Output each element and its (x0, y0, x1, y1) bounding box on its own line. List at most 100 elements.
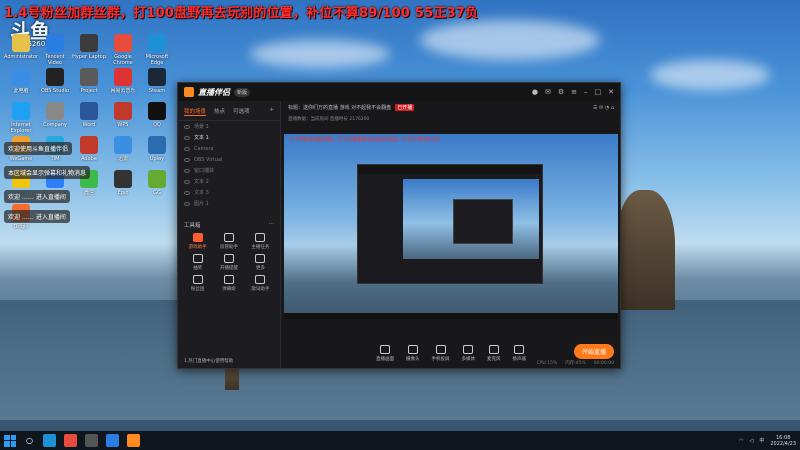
avatar[interactable]: ● (532, 88, 538, 96)
scene-item[interactable]: 文本 3 (178, 187, 280, 198)
desktop-icon[interactable]: 此电脑 (4, 68, 38, 94)
scene-item[interactable]: 窗口捕获 (178, 165, 280, 176)
tab-my-scenes[interactable]: 我的场景 (184, 107, 207, 116)
eye-icon[interactable] (184, 179, 190, 184)
desktop-icon[interactable]: Microsoft Edge (140, 34, 174, 66)
tool-item[interactable]: 主播任务 (245, 233, 276, 250)
tool-icon (223, 254, 234, 263)
version-badge[interactable]: 新版 (234, 87, 251, 97)
stream-preview[interactable]: 1.4号粉丝加群丝群，打100盘野再去玩别的位置，补位不算89/100 (284, 134, 618, 319)
tool-item[interactable]: 弹幕姬 (213, 275, 244, 292)
minimize-icon[interactable]: – (584, 88, 588, 96)
menu-icon[interactable]: ≡ (571, 88, 577, 96)
edge-icon[interactable] (42, 434, 56, 447)
tab-hot[interactable]: 热点 (214, 107, 225, 116)
app-icon (148, 170, 166, 188)
eye-icon[interactable] (184, 201, 190, 206)
eye-icon[interactable] (184, 168, 190, 173)
tool-item[interactable]: 抽奖 (182, 254, 213, 271)
scene-item[interactable]: 场景 1 (178, 121, 280, 132)
search-icon[interactable]: ○ (26, 436, 33, 445)
scene-sidebar: 我的场景 热点 可选项 + 场景 1 文本 1 Camera OBS Virtual 窗… (178, 101, 281, 368)
desktop-icon[interactable]: Hyper Laptop (72, 34, 106, 60)
desktop-icon[interactable]: Steam (140, 68, 174, 94)
live-companion-taskbar-icon[interactable] (126, 434, 140, 447)
tool-item[interactable]: 粉丝团 (182, 275, 213, 292)
scene-item[interactable]: 图片 1 (178, 198, 280, 209)
eye-icon[interactable] (184, 124, 190, 129)
scene-item[interactable]: 文本 2 (178, 176, 280, 187)
tool-item[interactable]: 房管助手 (213, 233, 244, 250)
desktop-icon-label: Company (43, 122, 67, 128)
app-icon (148, 34, 166, 52)
status-badge: 已开播 (395, 104, 415, 111)
desktop-icon-label: Hyper Laptop (72, 54, 106, 60)
network-icon[interactable]: ◠ (739, 438, 743, 444)
eye-icon[interactable] (184, 146, 190, 151)
steam-icon[interactable] (105, 434, 119, 447)
desktop-icon[interactable]: Internet Explorer (4, 102, 38, 134)
tab-options[interactable]: 可选项 (233, 107, 250, 116)
scene-item[interactable]: 文本 1 (178, 132, 280, 143)
desktop-icon[interactable]: Adobe (72, 136, 106, 162)
windows-start-icon[interactable] (4, 434, 16, 447)
app-icon (80, 34, 98, 52)
tool-icon (223, 275, 234, 284)
desktop-icon[interactable]: OBS Studio (38, 68, 72, 94)
desktop-icon[interactable]: Google Chrome (106, 34, 140, 66)
add-scene-icon[interactable]: + (269, 107, 274, 116)
scene-item[interactable]: Camera (178, 143, 280, 154)
eye-icon[interactable] (184, 135, 190, 140)
desktop-icon-label: Steam (148, 88, 166, 94)
desktop-icon[interactable]: Uplay (140, 136, 174, 162)
skin-icon[interactable]: ✉ (545, 88, 551, 96)
desktop-icon[interactable]: QQ (140, 102, 174, 128)
chrome-icon[interactable] (63, 434, 77, 447)
start-live-button[interactable]: 开始直播 (573, 344, 614, 359)
desktop-icon[interactable]: Tencent Video (38, 34, 72, 66)
desktop-icon[interactable]: 迅雷 (106, 136, 140, 162)
tool-icon (192, 233, 203, 242)
desktop-icon[interactable]: Administrator (4, 34, 38, 60)
stream-banner-text: 1.4号粉丝加群丝群，打100盘野再去玩别的位置，补位不算89/100 55正3… (4, 6, 479, 21)
scene-label: 场景 1 (194, 124, 209, 130)
clock[interactable]: 16:08 2022/4/23 (770, 435, 796, 447)
settings-icon[interactable]: ⚙ (558, 88, 564, 96)
volume-icon[interactable]: ◁ (749, 438, 753, 444)
tool-label: 歌词助手 (251, 287, 270, 292)
scene-item[interactable]: OBS Virtual (178, 154, 280, 165)
tool-item[interactable]: 开播提醒 (213, 254, 244, 271)
desktop-icon-label: Project (80, 88, 98, 94)
desktop-icon[interactable]: 网易云音乐 (106, 68, 140, 94)
title-bar: 直播伴侣 新版 ● ✉ ⚙ ≡ – □ ✕ (178, 83, 620, 101)
tool-item[interactable]: 游戏助手 (182, 233, 213, 250)
tool-item[interactable]: 更多 (245, 254, 276, 271)
scene-label: 窗口捕获 (194, 168, 215, 174)
desktop-icon[interactable]: Word (72, 102, 106, 128)
app-icon (114, 68, 132, 86)
maximize-icon[interactable]: □ (595, 88, 602, 96)
app-icon (114, 102, 132, 120)
desktop-icon-label: Google Chrome (113, 54, 133, 66)
desktop-icon[interactable]: WPS (106, 102, 140, 128)
explorer-icon[interactable] (84, 434, 98, 447)
desktop-icon-label: WeGame (9, 156, 33, 162)
stream-title[interactable]: 标题：送你们万的直播 游戏 对不起我不会翻盘 (288, 104, 391, 111)
desktop-icon-label: QQ (153, 122, 161, 128)
language-indicator[interactable]: 中 (759, 437, 764, 444)
help-footer[interactable]: 1.热门直播中心使用帮助 (184, 358, 233, 364)
tool-item[interactable]: 歌词助手 (245, 275, 276, 292)
desktop-icon[interactable]: Epic (106, 170, 140, 196)
close-icon[interactable]: ✕ (608, 88, 614, 96)
scene-label: 文本 3 (194, 190, 209, 196)
desktop-icon[interactable]: Company (38, 102, 72, 128)
more-icon[interactable]: ⋯ (269, 221, 275, 229)
header-icons[interactable]: ☰ ✉ ◔ ⌂ (593, 105, 614, 111)
toolbox-title: 工具箱 (184, 223, 201, 229)
desktop-icon[interactable]: GG (140, 170, 174, 196)
desktop-icon[interactable]: Project (72, 68, 106, 94)
eye-icon[interactable] (184, 157, 190, 162)
scene-label: 图片 1 (194, 201, 209, 207)
eye-icon[interactable] (184, 190, 190, 195)
tool-icon (192, 275, 203, 284)
